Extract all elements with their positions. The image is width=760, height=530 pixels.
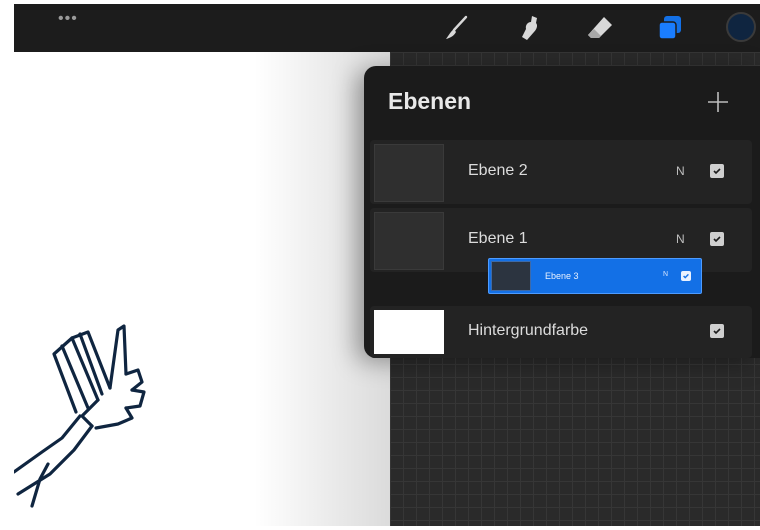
layer-row-background-color[interactable]: Hintergrundfarbe bbox=[370, 306, 752, 358]
layer-name: Ebene 3 bbox=[545, 271, 579, 281]
visibility-checkbox[interactable] bbox=[710, 324, 724, 338]
layer-thumbnail bbox=[374, 144, 444, 202]
dragging-layer-ebene-3[interactable]: Ebene 3 N bbox=[488, 258, 702, 294]
panel-title: Ebenen bbox=[388, 88, 472, 114]
blend-mode-button[interactable]: N bbox=[676, 232, 685, 246]
eraser-icon[interactable] bbox=[584, 12, 616, 44]
layer-thumbnail bbox=[374, 212, 444, 270]
hand-sketch bbox=[14, 324, 146, 508]
layer-name: Ebene 1 bbox=[468, 230, 528, 247]
brush-icon[interactable] bbox=[440, 12, 472, 44]
plus-icon bbox=[708, 92, 728, 112]
blend-mode-button[interactable]: N bbox=[676, 164, 685, 178]
visibility-checkbox[interactable] bbox=[681, 271, 691, 281]
blend-mode-button[interactable]: N bbox=[663, 271, 668, 278]
visibility-checkbox[interactable] bbox=[710, 232, 724, 246]
layers-icon[interactable] bbox=[654, 12, 686, 44]
checkmark-icon bbox=[713, 328, 721, 335]
more-dots-icon[interactable]: ••• bbox=[58, 11, 78, 27]
layer-thumbnail bbox=[491, 261, 531, 291]
layer-row-ebene-2[interactable]: Ebene 2 N bbox=[370, 140, 752, 204]
visibility-checkbox[interactable] bbox=[710, 164, 724, 178]
layers-panel: Ebenen Ebene 2 N Ebene 1 N Hintergrundfa… bbox=[364, 66, 760, 358]
checkmark-icon bbox=[713, 168, 721, 175]
layer-name: Hintergrundfarbe bbox=[468, 322, 589, 339]
smudge-icon[interactable] bbox=[514, 12, 546, 44]
checkmark-icon bbox=[713, 236, 721, 243]
top-toolbar: ••• bbox=[14, 4, 760, 52]
background-color-swatch[interactable] bbox=[374, 310, 444, 354]
checkmark-icon bbox=[683, 273, 689, 279]
layer-name: Ebene 2 bbox=[468, 162, 528, 179]
add-layer-button[interactable] bbox=[704, 88, 732, 116]
color-picker-swatch[interactable] bbox=[726, 12, 756, 42]
procreate-window: ••• Ebenen Ebene 2 N Ebene 1 N Hintergru… bbox=[14, 4, 760, 526]
